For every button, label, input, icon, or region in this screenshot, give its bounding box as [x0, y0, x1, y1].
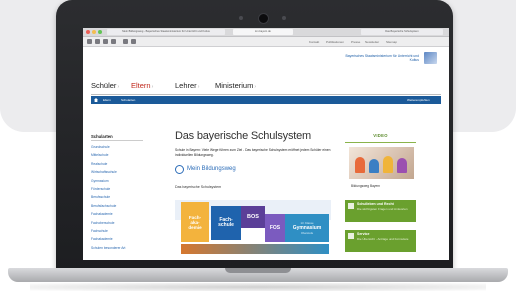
- page-title: Das bayerische Schulsystem: [175, 130, 312, 142]
- top-link-kontakt[interactable]: Kontakt: [309, 40, 319, 44]
- video-thumbnail[interactable]: [349, 147, 414, 179]
- minimize-window-icon[interactable]: [92, 30, 96, 34]
- chevron-down-icon: ›: [117, 84, 120, 90]
- top-link-presse[interactable]: Presse: [351, 40, 360, 44]
- box-title: Schulleben und Recht: [357, 202, 394, 206]
- intro-text: Schule in Bayern: Viele Wege führen zum …: [175, 148, 331, 157]
- block-fachschule[interactable]: Fach- schule: [211, 206, 241, 240]
- top-link-sitemap[interactable]: Sitemap: [386, 40, 397, 44]
- nav-item-ministerium[interactable]: Ministerium›: [215, 81, 256, 90]
- sidebar-item[interactable]: Schulen besonderer Art: [91, 246, 125, 250]
- laptop-screen: Mein Bildungsweg - Bayerisches Staatsmin…: [83, 28, 449, 260]
- sidebar-item[interactable]: Fachakademie: [91, 212, 113, 216]
- box-subtitle: Die wichtigsten Fragen und Antworten: [357, 207, 408, 211]
- sensor-dot: [239, 16, 243, 20]
- nav-item-eltern[interactable]: Eltern›: [131, 81, 153, 90]
- sidebar-title: Schularten: [91, 134, 113, 139]
- breadcrumb-eltern[interactable]: Eltern: [103, 98, 111, 102]
- schema-label: Das bayerische Schulsystem: [175, 185, 222, 189]
- box-schulleben[interactable]: Schulleben und Recht Die wichtigsten Fra…: [345, 200, 416, 222]
- school-system-diagram[interactable]: Fach- aka- demie Fach- schule BOS FOS 13…: [175, 194, 331, 260]
- sidebar-divider: [91, 140, 143, 141]
- history-icon[interactable]: [131, 39, 136, 44]
- share-icon[interactable]: [111, 39, 116, 44]
- sidebar-item[interactable]: Realschule: [91, 162, 107, 166]
- box-title: Service: [357, 232, 370, 236]
- browser-tab[interactable]: Das Bayerische Schulsystem: [361, 29, 443, 35]
- box-subtitle: Die Übersicht - Anträge und Formulare: [357, 237, 409, 241]
- video-caption[interactable]: Bildungsweg Bayern: [351, 184, 380, 188]
- bildungsweg-label: Mein Bildungsweg: [187, 166, 236, 172]
- chevron-down-icon: ›: [197, 84, 200, 90]
- box-service[interactable]: Service Die Übersicht - Anträge und Form…: [345, 230, 416, 252]
- sidebar-toggle-icon[interactable]: [87, 39, 92, 44]
- sidebar-item[interactable]: Fachschule: [91, 229, 108, 233]
- chevron-down-icon: ›: [151, 84, 154, 90]
- sidebar-item[interactable]: Wirtschaftsschule: [91, 170, 117, 174]
- browser-titlebar: Mein Bildungsweg - Bayerisches Staatsmin…: [83, 28, 449, 37]
- video-divider: [345, 142, 416, 143]
- camera-icon: [258, 13, 269, 24]
- block-fos[interactable]: FOS: [265, 214, 285, 242]
- sidebar-item[interactable]: Fachoberschule: [91, 221, 114, 225]
- laptop-notch: [225, 268, 291, 273]
- maximize-window-icon[interactable]: [98, 30, 102, 34]
- bavarian-crest-logo[interactable]: [424, 52, 437, 64]
- video-figure: [383, 156, 393, 173]
- ministry-name: Bayerisches Staatsministerium für Unterr…: [345, 54, 420, 63]
- block-bos[interactable]: BOS: [241, 206, 265, 228]
- forward-icon[interactable]: [103, 39, 108, 44]
- document-icon: [348, 233, 354, 239]
- close-window-icon[interactable]: [86, 30, 90, 34]
- breadcrumb-schularten[interactable]: Schularten: [121, 98, 135, 102]
- sidebar-item[interactable]: Gymnasium: [91, 179, 109, 183]
- address-bar[interactable]: km.bayern.de: [233, 29, 293, 35]
- sidebar-item[interactable]: Mittelschule: [91, 153, 108, 157]
- video-heading: VIDEO: [373, 133, 388, 138]
- sidebar-item[interactable]: Fachakademie: [91, 237, 113, 241]
- sidebar-item[interactable]: Grundschule: [91, 145, 110, 149]
- paragraph-icon: [348, 203, 354, 209]
- sidebar-item[interactable]: Berufsschule: [91, 195, 110, 199]
- laptop-shadow: [30, 283, 486, 291]
- sidebar-item[interactable]: Förderschule: [91, 187, 110, 191]
- video-figure: [355, 157, 365, 173]
- bookmarks-toolbar: Kontakt Publikationen Presse Newsletter …: [83, 37, 449, 47]
- bookmark-icon[interactable]: [123, 39, 128, 44]
- video-figure: [369, 159, 379, 173]
- browser-tab[interactable]: Mein Bildungsweg - Bayerisches Staatsmin…: [107, 29, 225, 35]
- sensor-dot: [282, 16, 286, 20]
- block-lower-levels[interactable]: [181, 244, 329, 254]
- back-icon[interactable]: [95, 39, 100, 44]
- share-recommend-link[interactable]: Weiterempfehlen: [407, 98, 430, 102]
- compass-icon: [175, 165, 184, 174]
- top-link-publikationen[interactable]: Publikationen: [326, 40, 344, 44]
- chevron-down-icon: ›: [254, 84, 257, 90]
- nav-item-schueler[interactable]: Schüler›: [91, 81, 119, 90]
- gymnasium-sub-label: Oberstufe: [300, 231, 314, 235]
- sidebar-item[interactable]: Berufsfachschule: [91, 204, 116, 208]
- nav-divider: [91, 94, 441, 95]
- nav-item-lehrer[interactable]: Lehrer›: [175, 81, 199, 90]
- home-icon[interactable]: [94, 98, 98, 102]
- top-link-newsletter[interactable]: Newsletter: [365, 40, 379, 44]
- block-fachakademie[interactable]: Fach- aka- demie: [181, 202, 209, 242]
- block-gymnasium[interactable]: 13. Klasse Gymnasium Oberstufe: [285, 214, 329, 242]
- video-figure: [397, 158, 407, 173]
- breadcrumb: Eltern Schularten Weiterempfehlen: [91, 96, 441, 104]
